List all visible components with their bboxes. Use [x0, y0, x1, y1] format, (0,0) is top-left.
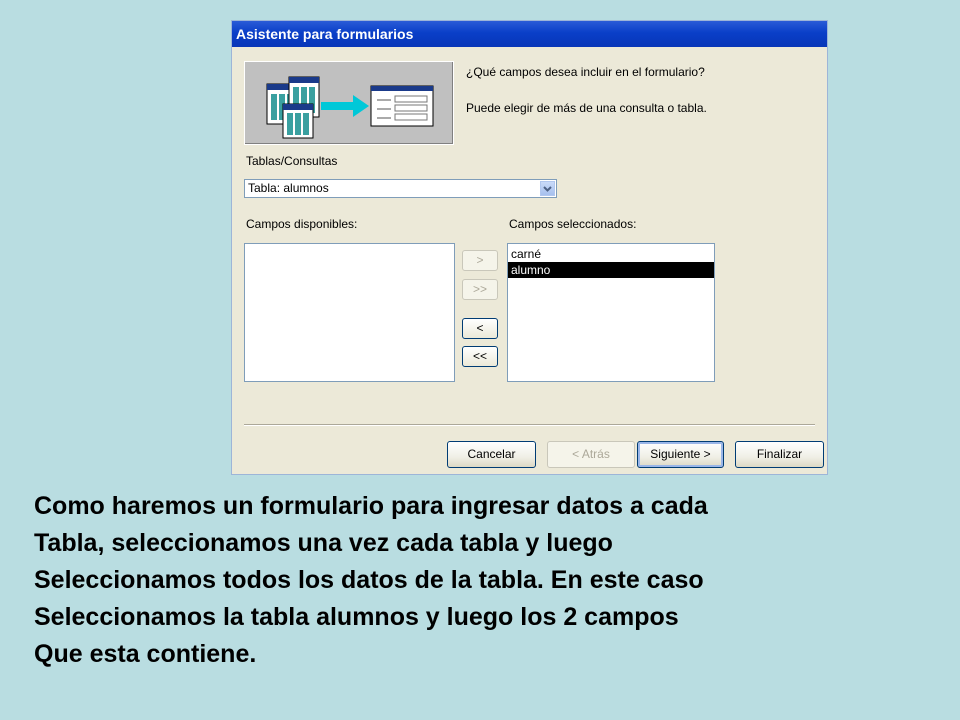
available-fields-list[interactable] — [244, 243, 455, 382]
add-field-button[interactable]: > — [462, 250, 498, 271]
wizard-illustration — [244, 61, 454, 145]
next-button[interactable]: Siguiente > — [637, 441, 724, 468]
remove-field-button[interactable]: < — [462, 318, 498, 339]
tables-combobox-value: Tabla: alumnos — [248, 181, 329, 195]
selected-fields-label: Campos seleccionados: — [509, 217, 637, 231]
list-item[interactable]: carné — [508, 246, 714, 262]
add-all-fields-button[interactable]: >> — [462, 279, 498, 300]
hint-text: Puede elegir de más de una consulta o ta… — [466, 101, 707, 115]
cancel-button[interactable]: Cancelar — [447, 441, 536, 468]
form-wizard-dialog: Asistente para formularios ¿Qué campos d… — [231, 20, 828, 475]
remove-all-fields-button[interactable]: << — [462, 346, 498, 367]
caption-line: Seleccionamos la tabla alumnos y luego l… — [34, 603, 679, 631]
question-text: ¿Qué campos desea incluir en el formular… — [466, 65, 705, 79]
tables-label: Tablas/Consultas — [246, 154, 338, 168]
separator — [244, 424, 815, 426]
caption-line: Como haremos un formulario para ingresar… — [34, 492, 708, 520]
caption-line: Seleccionamos todos los datos de la tabl… — [34, 566, 704, 594]
caption-line: Que esta contiene. — [34, 640, 257, 668]
finish-button[interactable]: Finalizar — [735, 441, 824, 468]
available-fields-label: Campos disponibles: — [246, 217, 358, 231]
chevron-down-icon — [543, 186, 552, 192]
tables-to-form-icon — [266, 76, 434, 139]
explanation-caption: Como haremos un formulario para ingresar… — [34, 488, 934, 673]
tables-combobox[interactable]: Tabla: alumnos — [244, 179, 557, 198]
caption-line: Tabla, seleccionamos una vez cada tabla … — [34, 529, 613, 557]
dialog-title: Asistente para formularios — [232, 21, 827, 47]
back-button[interactable]: < Atrás — [547, 441, 635, 468]
list-item[interactable]: alumno — [508, 262, 714, 278]
selected-fields-list[interactable]: carné alumno — [507, 243, 715, 382]
dropdown-button[interactable] — [540, 181, 555, 196]
